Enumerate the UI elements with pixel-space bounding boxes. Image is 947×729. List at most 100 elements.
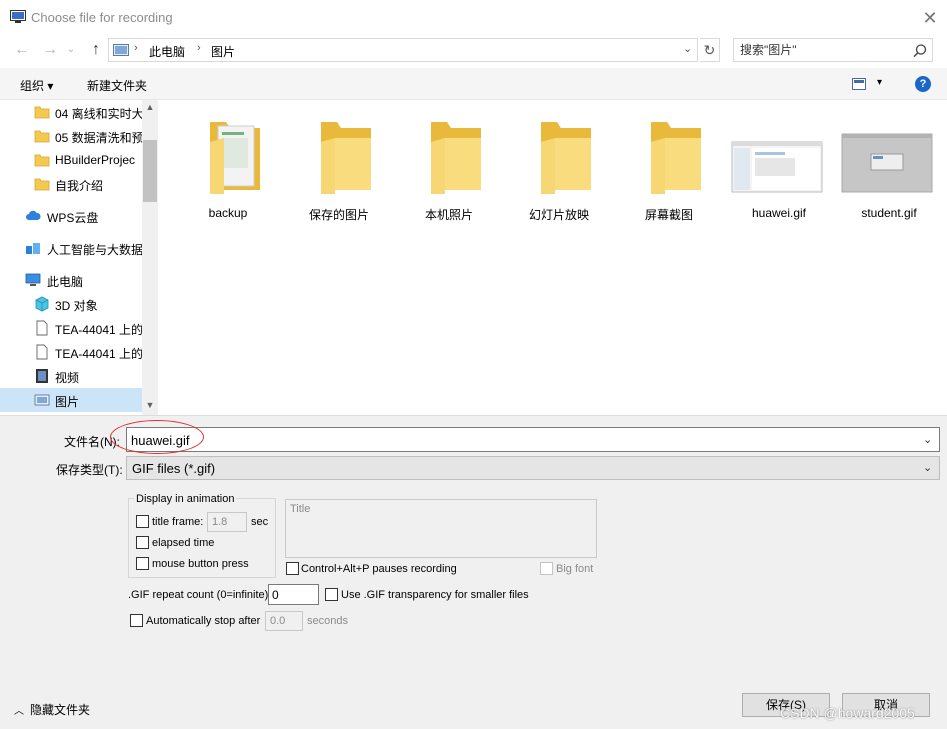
up-button[interactable]: ↑: [86, 40, 106, 60]
chevron-down-icon[interactable]: ⌄: [923, 433, 932, 446]
file-name: 屏幕截图: [644, 208, 693, 222]
folder-icon: [321, 122, 371, 194]
sidebar-item-this-pc[interactable]: 此电脑: [0, 268, 142, 292]
search-box[interactable]: [733, 38, 933, 62]
sidebar-item-wps-cloud[interactable]: WPS云盘: [0, 204, 142, 228]
breadcrumb-this-pc[interactable]: 此电脑: [149, 43, 185, 60]
folder-icon: [210, 122, 260, 194]
file-item-screenshots[interactable]: 屏幕截图: [617, 114, 721, 224]
pictures-icon: [34, 394, 50, 406]
close-button[interactable]: ✕: [916, 4, 944, 32]
chevron-down-icon: ▾: [877, 77, 883, 88]
sidebar-scrollbar[interactable]: ▲ ▼: [142, 100, 158, 415]
filename-input[interactable]: [131, 432, 911, 448]
file-item-backup[interactable]: backup: [176, 114, 280, 224]
forward-button[interactable]: →: [40, 40, 60, 60]
sidebar-item-3d-objects[interactable]: 3D 对象: [0, 292, 142, 316]
search-input[interactable]: [740, 42, 900, 58]
document-icon: [36, 344, 48, 360]
sidebar-item-tea-1[interactable]: TEA-44041 上的: [0, 316, 142, 340]
sidebar-item-tea-2[interactable]: TEA-44041 上的: [0, 340, 142, 364]
hide-folders-toggle[interactable]: ︿ 隐藏文件夹: [14, 701, 90, 718]
folder-icon: [34, 106, 50, 119]
pictures-icon: [113, 44, 129, 56]
toolbar: 组织 ▾ 新建文件夹 ▾ ?: [0, 68, 947, 100]
arrow-right-icon: →: [42, 41, 58, 58]
ctrl-alt-p-checkbox[interactable]: [286, 562, 299, 575]
transparency-checkbox[interactable]: [325, 588, 338, 601]
title-frame-seconds-input[interactable]: 1.8: [207, 512, 247, 532]
big-font-checkbox[interactable]: [540, 562, 553, 575]
breadcrumb-pictures[interactable]: 图片: [211, 43, 235, 60]
address-bar[interactable]: › 此电脑 › 图片 ⌄: [108, 38, 698, 62]
mouse-press-checkbox[interactable]: [136, 557, 149, 570]
filetype-label: 保存类型(T):: [56, 463, 123, 477]
sidebar-item-hbuilder[interactable]: HBuilderProjec: [0, 148, 142, 172]
sidebar-item-ai-bigdata[interactable]: 人工智能与大数据: [0, 236, 142, 260]
chevron-down-icon[interactable]: ⌄: [683, 42, 692, 55]
file-item-student-gif[interactable]: student.gif: [837, 114, 941, 224]
big-font-label: Big font: [556, 563, 594, 575]
file-name: 本机照片: [424, 208, 473, 222]
title-textbox[interactable]: Title: [285, 499, 597, 558]
auto-stop-label: Automatically stop after: [146, 615, 261, 627]
file-item-huawei-gif[interactable]: huawei.gif: [727, 114, 831, 224]
cube-group-icon: [26, 243, 40, 254]
view-options-button[interactable]: ▾: [852, 77, 888, 93]
help-button[interactable]: ?: [915, 76, 931, 92]
app-icon: [10, 10, 26, 23]
annotation-ellipse: [110, 420, 204, 454]
sidebar-item-pictures[interactable]: 图片: [0, 388, 142, 412]
sidebar-item-videos[interactable]: 视频: [0, 364, 142, 388]
document-icon: [36, 320, 48, 336]
file-item-camera-roll[interactable]: 本机照片: [397, 114, 501, 224]
help-icon: ?: [919, 78, 927, 90]
scroll-down-icon[interactable]: ▼: [142, 400, 158, 412]
title-frame-checkbox[interactable]: [136, 515, 149, 528]
refresh-button[interactable]: ↻: [700, 38, 720, 62]
filename-combobox[interactable]: ⌄: [126, 427, 940, 452]
chevron-up-icon: ︿: [14, 706, 24, 717]
seconds-label: seconds: [307, 615, 348, 627]
file-name: student.gif: [861, 206, 917, 220]
file-item-saved-pictures[interactable]: 保存的图片: [287, 114, 391, 224]
sidebar-item-folder-04[interactable]: 04 离线和实时大: [0, 100, 142, 124]
recent-locations-button[interactable]: ⌄: [64, 40, 78, 60]
folder-icon: [651, 122, 701, 194]
chevron-down-icon: ⌄: [923, 462, 933, 474]
display-group-title: Display in animation: [134, 493, 237, 505]
search-icon: [913, 44, 927, 58]
filetype-select[interactable]: GIF files (*.gif) ⌄: [126, 456, 940, 480]
elapsed-time-checkbox[interactable]: [136, 536, 149, 549]
mouse-press-label: mouse button press: [152, 558, 249, 570]
file-name: backup: [208, 206, 248, 220]
breadcrumb-separator: ›: [134, 42, 138, 54]
title-bar: Choose file for recording ✕: [0, 0, 947, 36]
repeat-count-input[interactable]: 0: [268, 584, 319, 605]
hide-folders-label: 隐藏文件夹: [30, 703, 91, 717]
folder-icon: [34, 178, 50, 191]
refresh-icon: ↻: [703, 42, 716, 58]
new-folder-button[interactable]: 新建文件夹: [87, 77, 147, 94]
folder-icon: [34, 130, 50, 143]
save-options-panel: 文件名(N): ⌄ 保存类型(T): GIF files (*.gif) ⌄ D…: [0, 415, 947, 729]
auto-stop-seconds-input[interactable]: 0.0: [265, 611, 303, 631]
window-title: Choose file for recording: [31, 10, 173, 25]
scroll-thumb[interactable]: [143, 140, 157, 202]
sidebar-item-folder-05[interactable]: 05 数据清洗和预: [0, 124, 142, 148]
filetype-value: GIF files (*.gif): [132, 461, 216, 476]
folder-icon: [431, 122, 481, 194]
back-button[interactable]: ←: [12, 40, 32, 60]
organize-button[interactable]: 组织 ▾: [20, 77, 53, 94]
auto-stop-checkbox[interactable]: [130, 614, 143, 627]
scroll-up-icon[interactable]: ▲: [142, 102, 158, 114]
cloud-icon: [26, 210, 41, 220]
repeat-count-label: .GIF repeat count (0=infinite):: [128, 589, 272, 601]
file-name: 保存的图片: [308, 208, 369, 222]
sec-label: sec: [251, 516, 269, 528]
computer-icon: [25, 273, 41, 286]
sidebar-item-self-intro[interactable]: 自我介绍: [0, 172, 142, 196]
close-icon: ✕: [922, 8, 938, 28]
breadcrumb-separator: ›: [197, 42, 201, 54]
file-item-slideshow[interactable]: 幻灯片放映: [507, 114, 611, 224]
